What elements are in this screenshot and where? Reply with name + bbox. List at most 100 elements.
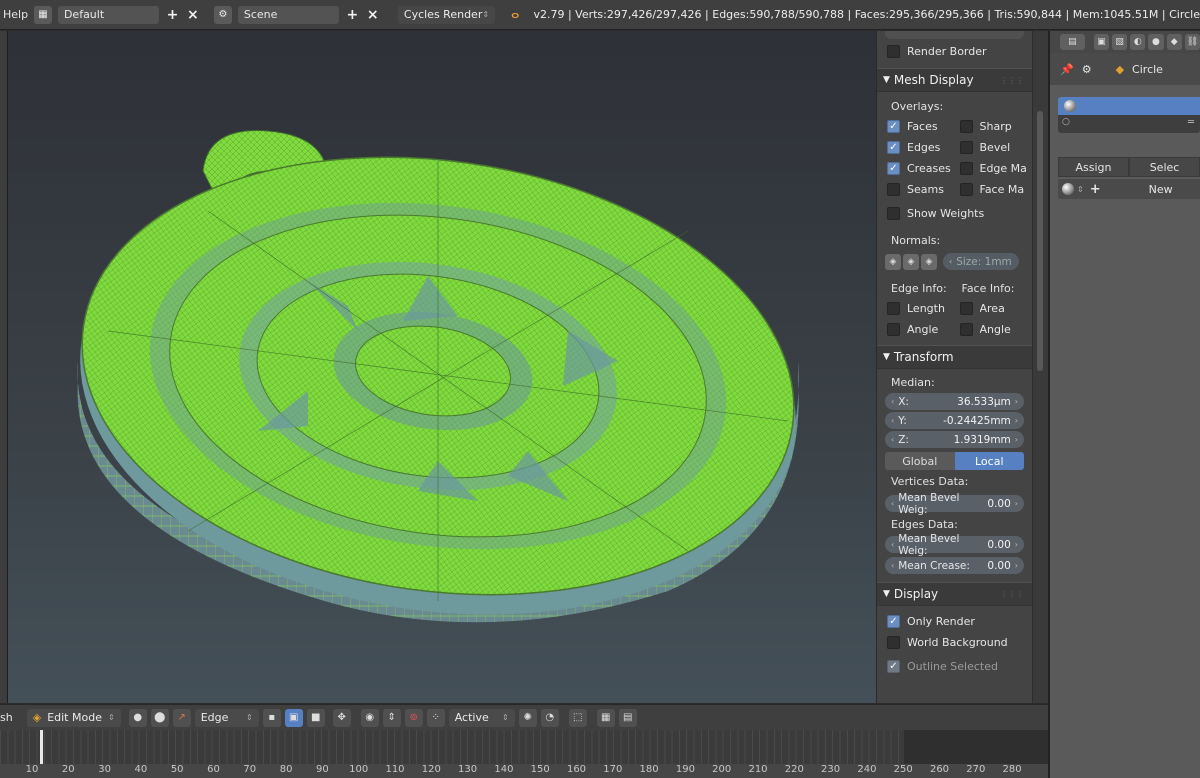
scene-name-field[interactable]: Scene [237, 5, 340, 24]
timeline-track[interactable] [0, 730, 904, 764]
viewport-shading-icon[interactable]: ● [128, 708, 147, 727]
pin-icon[interactable]: 📌 [1060, 63, 1074, 76]
only-render-row[interactable]: ✓ Only Render [877, 611, 1032, 632]
area-checkbox[interactable] [959, 302, 973, 315]
frame-tick-label: 60 [207, 764, 220, 775]
list-grip-icon[interactable]: ═ [1188, 117, 1194, 128]
animation-render-icon[interactable]: ▤ [618, 708, 637, 727]
3d-viewport[interactable] [8, 31, 876, 703]
manipulator-icon[interactable]: ↗ [172, 708, 191, 727]
mean-bevel-edge-field[interactable]: ‹ Mean Bevel Weig: 0.00 › [885, 533, 1024, 557]
outline-selected-row[interactable]: ✓ Outline Selected [877, 656, 1032, 677]
add-layout-button[interactable]: + [165, 6, 179, 24]
global-button[interactable]: Global [885, 452, 955, 470]
assign-button[interactable]: Assign [1058, 157, 1129, 177]
layers-tab-icon[interactable]: ▧ [1111, 34, 1128, 50]
frame-tick-label: 230 [821, 764, 841, 775]
mode-dropdown[interactable]: ◈ Edit Mode ⇕ [26, 708, 121, 727]
remove-scene-button[interactable]: × [366, 6, 380, 24]
vertex-select-icon[interactable]: ▪ [262, 708, 281, 727]
remove-layout-button[interactable]: × [186, 6, 200, 24]
drag-grip-icon[interactable]: ⋮⋮⋮ [1000, 590, 1024, 599]
world-background-row[interactable]: World Background [877, 632, 1032, 653]
render-border-checkbox[interactable] [887, 45, 900, 58]
show-weights-checkbox[interactable] [887, 207, 900, 220]
drag-grip-icon[interactable]: ⋮⋮⋮ [1000, 76, 1024, 85]
timeline-out-of-range [904, 730, 1048, 764]
face-marks-checkbox[interactable] [959, 183, 973, 196]
show-weights-row[interactable]: Show Weights [877, 203, 1032, 224]
display-header[interactable]: ▼ Display ⋮⋮⋮ [877, 582, 1032, 606]
mesh-menu[interactable]: sh [0, 711, 13, 724]
add-scene-button[interactable]: + [345, 6, 359, 24]
only-render-checkbox[interactable]: ✓ [887, 615, 900, 628]
length-checkbox[interactable] [887, 302, 900, 315]
help-menu[interactable]: Help [3, 8, 28, 21]
screen-layout-icon[interactable]: ▦ [34, 5, 52, 24]
y-label: Y: [898, 414, 907, 427]
world-background-checkbox[interactable] [887, 636, 900, 649]
render-border-row[interactable]: Render Border [877, 41, 1032, 62]
snap-target-dropdown[interactable]: Active ⇕ [448, 708, 515, 727]
normals-size-field[interactable]: ‹ Size: 1mm [943, 253, 1019, 270]
render-engine-dropdown[interactable]: Cycles Render ⇕ [397, 5, 496, 24]
pivot-point-icon[interactable]: ⬤ [150, 708, 169, 727]
material-slot-list[interactable]: ○ ═ [1058, 97, 1200, 133]
outline-selected-checkbox[interactable]: ✓ [887, 660, 900, 673]
transform-header[interactable]: ▼ Transform [877, 345, 1032, 369]
median-x-field[interactable]: ‹ X: 36.533µm › [885, 393, 1024, 410]
scene-icon[interactable]: ⚙ [213, 5, 232, 24]
z-value: 1.9319mm [953, 433, 1011, 446]
edge-marks-label: Edge Ma [979, 162, 1027, 175]
new-material-button[interactable]: New [1149, 183, 1173, 196]
scrollbar-thumb[interactable] [1037, 111, 1043, 371]
proportional-edit-icon[interactable]: ◉ [360, 708, 379, 727]
limit-selection-icon[interactable]: ✥ [332, 708, 351, 727]
current-frame-cursor[interactable] [40, 730, 43, 764]
material-browse-icon[interactable] [1062, 183, 1074, 195]
face-normals-icon[interactable]: ◈ [921, 253, 937, 270]
falloff-icon[interactable]: ⇕ [382, 708, 401, 727]
snap-magnet-icon[interactable]: ⊚ [404, 708, 423, 727]
edit-mode-icon: ◈ [32, 711, 42, 724]
shelf-scrollbar[interactable] [1032, 31, 1048, 703]
select-mode-dropdown[interactable]: Edge ⇕ [194, 708, 259, 727]
edges-checkbox[interactable]: ✓ [887, 141, 900, 154]
render-tab-icon[interactable]: ▣ [1093, 34, 1109, 50]
mean-crease-field[interactable]: ‹ Mean Crease: 0.00 › [885, 557, 1024, 574]
opengl-render-icon[interactable]: ⬚ [568, 708, 587, 727]
resize-handle-icon[interactable]: ○ [1062, 117, 1070, 127]
object-tab-icon[interactable]: ◆ [1166, 34, 1182, 50]
bevel-checkbox[interactable] [959, 141, 973, 154]
median-z-field[interactable]: ‹ Z: 1.9319mm › [885, 431, 1024, 448]
edge-select-icon[interactable]: ▣ [284, 708, 303, 727]
split-normals-icon[interactable]: ◈ [903, 253, 919, 270]
face-angle-checkbox[interactable] [959, 323, 973, 336]
seams-label: Seams [907, 183, 944, 196]
editor-type-icon[interactable]: ▤ [1060, 34, 1085, 50]
face-select-icon[interactable]: ■ [306, 708, 325, 727]
vertex-normals-icon[interactable]: ◈ [885, 253, 901, 270]
faces-checkbox[interactable]: ✓ [887, 120, 900, 133]
local-button[interactable]: Local [954, 452, 1024, 470]
select-button[interactable]: Selec [1129, 157, 1200, 177]
material-slot-selected[interactable] [1058, 97, 1200, 115]
scene-tab-icon[interactable]: ◐ [1130, 34, 1146, 50]
left-arrow-icon: ‹ [891, 540, 895, 549]
snap-project-icon[interactable]: ◔ [540, 708, 559, 727]
snap-rotate-icon[interactable]: ✺ [518, 708, 537, 727]
constraints-tab-icon[interactable]: ⛓ [1184, 34, 1200, 50]
edge-marks-checkbox[interactable] [959, 162, 973, 175]
world-tab-icon[interactable]: ● [1148, 34, 1164, 50]
angle-checkbox[interactable] [887, 323, 900, 336]
sharp-checkbox[interactable] [959, 120, 973, 133]
seams-checkbox[interactable] [887, 183, 900, 196]
median-y-field[interactable]: ‹ Y: -0.24425mm › [885, 412, 1024, 429]
camera-render-icon[interactable]: ▦ [596, 708, 615, 727]
timeline[interactable]: 10 20 30 40 50 60 70 80 90 100 110 120 130 140 150 160 1… [0, 730, 1048, 778]
mesh-display-header[interactable]: ▼ Mesh Display ⋮⋮⋮ [877, 68, 1032, 92]
creases-checkbox[interactable]: ✓ [887, 162, 900, 175]
layout-name-field[interactable]: Default [57, 5, 160, 24]
mean-bevel-vertex-field[interactable]: ‹ Mean Bevel Weig: 0.00 › [885, 492, 1024, 516]
snap-element-icon[interactable]: ⁘ [426, 708, 445, 727]
